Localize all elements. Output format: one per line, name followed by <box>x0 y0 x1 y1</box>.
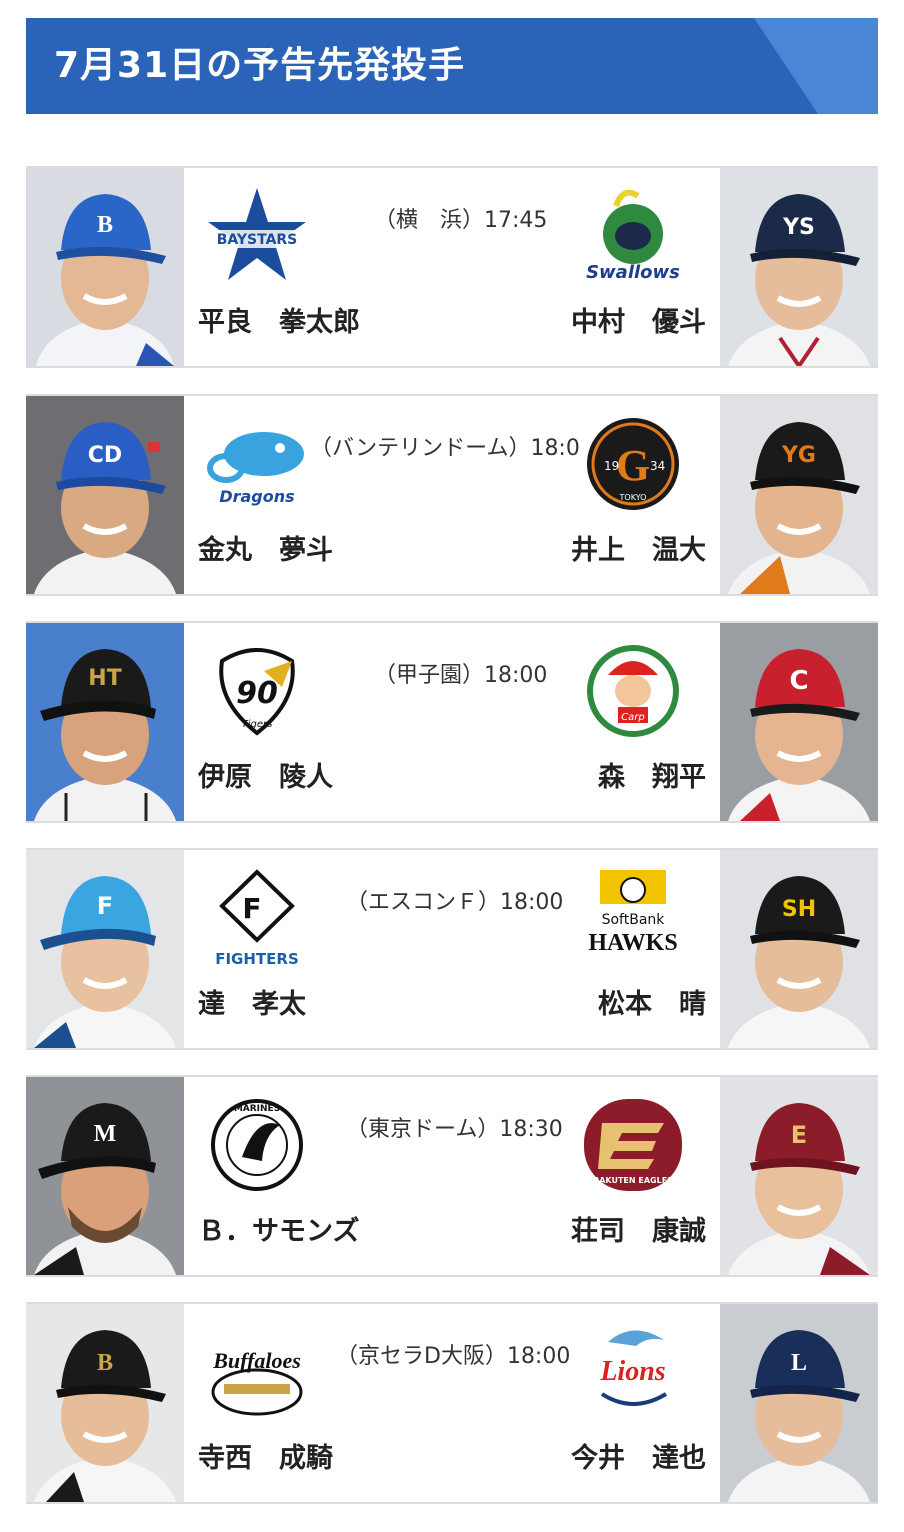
home-pitcher-name[interactable]: 金丸 夢斗 <box>198 528 333 567</box>
home-pitcher-name[interactable]: 寺西 成騎 <box>198 1436 333 1475</box>
svg-text:G: G <box>616 441 650 490</box>
svg-text:34: 34 <box>650 459 665 473</box>
svg-text:SoftBank: SoftBank <box>602 912 666 928</box>
eagles-logo-icon: RAKUTEN EAGLES <box>578 1095 688 1195</box>
svg-text:90: 90 <box>236 676 278 711</box>
svg-text:SH: SH <box>782 897 816 922</box>
away-pitcher-photo[interactable]: E <box>720 1077 878 1275</box>
home-pitcher-photo[interactable]: HT <box>26 623 184 821</box>
svg-text:Tigers: Tigers <box>242 719 273 730</box>
svg-text:HAWKS: HAWKS <box>588 930 677 956</box>
game-card[interactable]: B Buffaloes （京セラD大阪）18:00 Lions 寺西 成騎 今井… <box>26 1302 878 1504</box>
svg-text:YS: YS <box>782 215 815 240</box>
game-card[interactable]: F F FIGHTERS （エスコンＦ）18:00 SoftBank HAWKS… <box>26 848 878 1050</box>
home-pitcher-name[interactable]: 達 孝太 <box>198 982 306 1021</box>
svg-text:C: C <box>789 666 808 696</box>
page-title: 7月31日の予告先発投手 <box>54 45 466 86</box>
venue-time: （エスコンＦ）18:00 <box>346 890 564 915</box>
hawks-logo-icon: SoftBank HAWKS <box>578 868 688 968</box>
away-pitcher-photo[interactable]: L <box>720 1304 878 1502</box>
venue-time: （横 浜）17:45 <box>374 208 548 233</box>
swallows-logo-icon: Swallows <box>578 186 688 286</box>
away-pitcher-photo[interactable]: C <box>720 623 878 821</box>
svg-text:M: M <box>94 1121 117 1147</box>
svg-text:E: E <box>791 1121 807 1149</box>
game-card[interactable]: B BAYSTARS （横 浜）17:45 Swallows 平良 拳太郎 中村… <box>26 166 878 368</box>
away-pitcher-photo[interactable]: YS <box>720 168 878 366</box>
home-pitcher-name[interactable]: Ｂ．サモンズ <box>198 1209 359 1248</box>
away-pitcher-name[interactable]: 中村 優斗 <box>571 300 706 339</box>
home-pitcher-name[interactable]: 平良 拳太郎 <box>198 300 360 339</box>
marines-logo-icon: MARINES <box>202 1095 312 1195</box>
away-pitcher-photo[interactable]: YG <box>720 396 878 594</box>
venue-time: （バンテリンドーム）18:0 <box>310 436 580 461</box>
svg-text:Buffaloes: Buffaloes <box>212 1348 301 1373</box>
svg-text:B: B <box>97 212 113 238</box>
svg-text:TOKYO: TOKYO <box>619 493 647 502</box>
giants-logo-icon: G 19 34 TOKYO <box>578 414 688 514</box>
home-pitcher-photo[interactable]: B <box>26 168 184 366</box>
fighters-logo-icon: F FIGHTERS <box>202 868 312 968</box>
svg-text:Carp: Carp <box>621 712 645 723</box>
svg-text:Dragons: Dragons <box>219 487 294 506</box>
svg-text:YG: YG <box>781 443 816 468</box>
svg-text:Lions: Lions <box>599 1356 665 1387</box>
home-pitcher-photo[interactable]: B <box>26 1304 184 1502</box>
game-card[interactable]: CD Dragons （バンテリンドーム）18:0 G 19 34 TOKYO … <box>26 394 878 596</box>
home-pitcher-name[interactable]: 伊原 陵人 <box>198 755 333 794</box>
header-accent-stripe <box>754 18 878 114</box>
svg-text:Swallows: Swallows <box>586 262 680 283</box>
venue-time: （甲子園）18:00 <box>374 663 548 688</box>
venue-time: （東京ドーム）18:30 <box>346 1117 563 1142</box>
svg-text:HT: HT <box>88 666 121 691</box>
dragons-logo-icon: Dragons <box>202 414 312 514</box>
carp-logo-icon: Carp <box>578 641 688 741</box>
svg-text:19: 19 <box>604 459 619 473</box>
svg-text:F: F <box>97 892 113 920</box>
svg-text:CD: CD <box>88 443 122 468</box>
svg-text:RAKUTEN EAGLES: RAKUTEN EAGLES <box>593 1176 673 1185</box>
game-card[interactable]: HT 90 Tigers （甲子園）18:00 Carp 伊原 陵人 森 翔平 <box>26 621 878 823</box>
baystars-logo-icon: BAYSTARS <box>202 186 312 286</box>
svg-text:BAYSTARS: BAYSTARS <box>217 232 298 248</box>
svg-text:L: L <box>791 1350 807 1376</box>
venue-time: （京セラD大阪）18:00 <box>336 1344 571 1369</box>
away-pitcher-name[interactable]: 森 翔平 <box>598 755 706 794</box>
svg-text:B: B <box>97 1350 113 1376</box>
buffaloes-logo-icon: Buffaloes <box>202 1322 312 1422</box>
tigers-logo-icon: 90 Tigers <box>202 641 312 741</box>
away-pitcher-name[interactable]: 松本 晴 <box>598 982 706 1021</box>
away-pitcher-name[interactable]: 荘司 康誠 <box>571 1209 706 1248</box>
away-pitcher-name[interactable]: 井上 温大 <box>571 528 706 567</box>
page-header: 7月31日の予告先発投手 <box>26 18 878 114</box>
away-pitcher-name[interactable]: 今井 達也 <box>571 1436 706 1475</box>
home-pitcher-photo[interactable]: M <box>26 1077 184 1275</box>
home-pitcher-photo[interactable]: CD <box>26 396 184 594</box>
game-card[interactable]: M MARINES （東京ドーム）18:30 RAKUTEN EAGLES Ｂ．… <box>26 1075 878 1277</box>
svg-text:MARINES: MARINES <box>234 1104 280 1114</box>
lions-logo-icon: Lions <box>578 1322 688 1422</box>
home-pitcher-photo[interactable]: F <box>26 850 184 1048</box>
svg-text:F: F <box>242 892 261 925</box>
svg-text:FIGHTERS: FIGHTERS <box>215 950 299 968</box>
away-pitcher-photo[interactable]: SH <box>720 850 878 1048</box>
